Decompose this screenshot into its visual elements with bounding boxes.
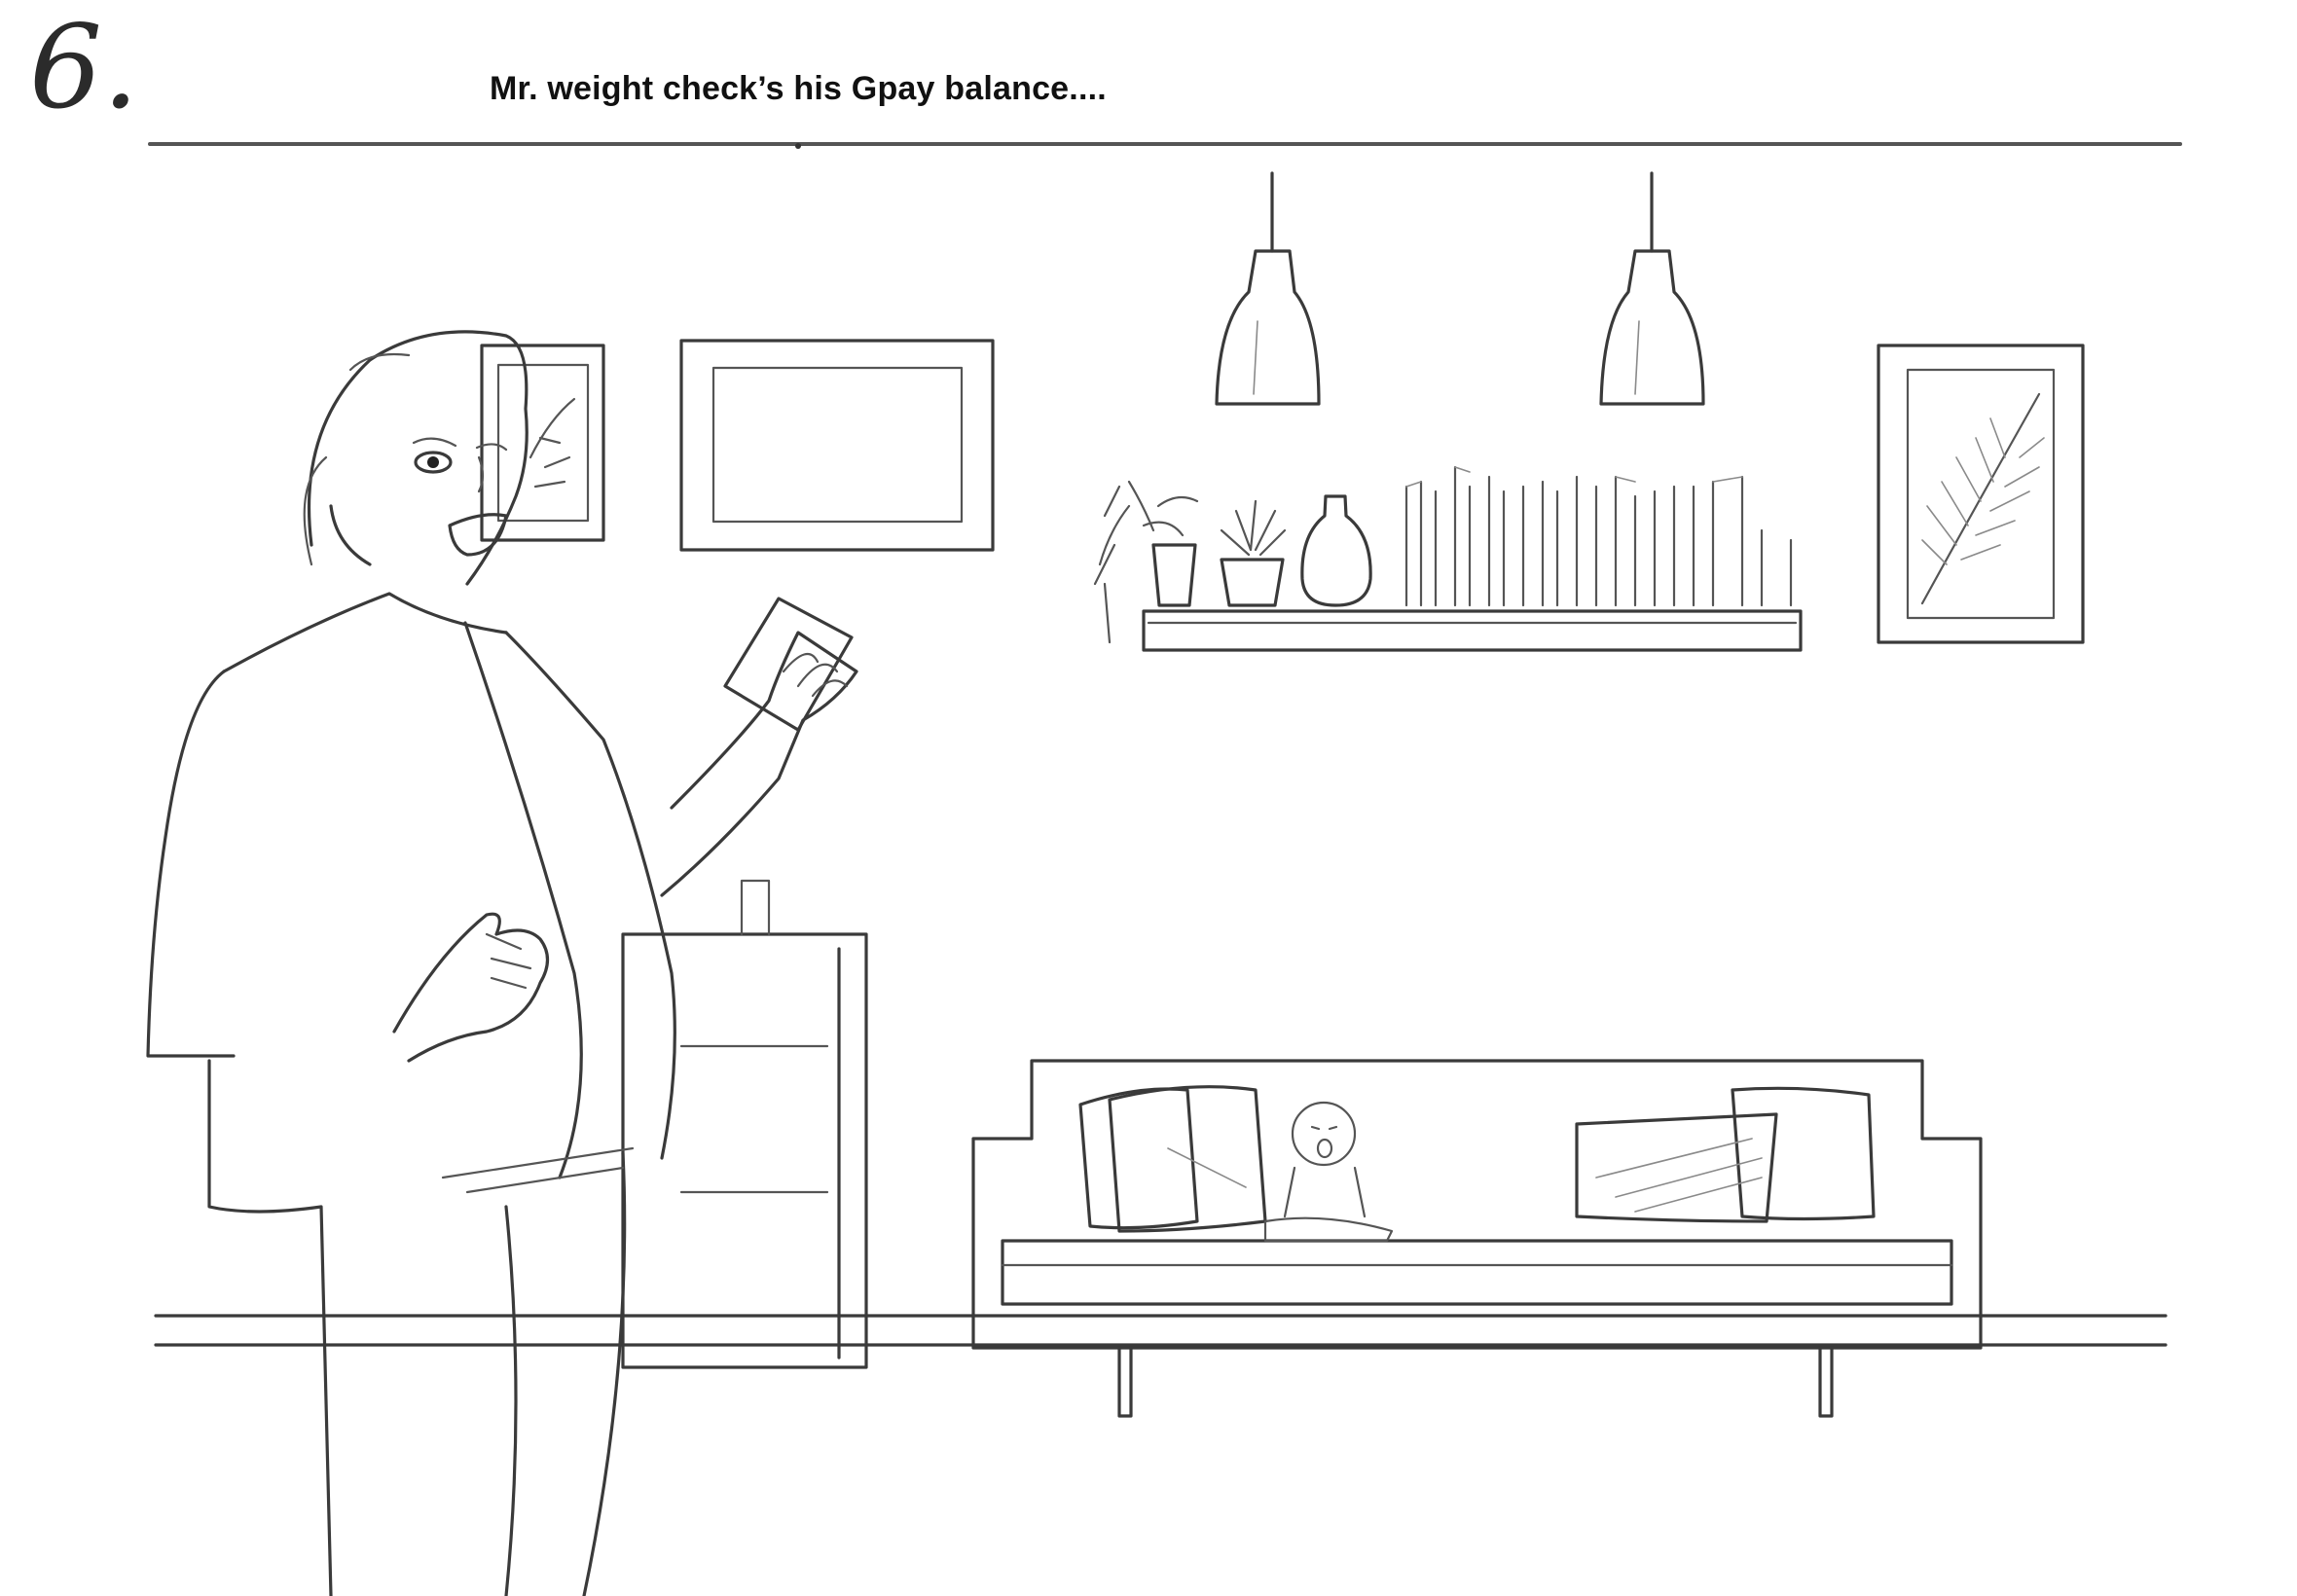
floor-baseboard <box>154 1314 2168 1347</box>
vase <box>1300 494 1372 607</box>
sofa-cushions <box>1078 1085 1876 1233</box>
storyboard-sketch <box>146 143 2168 1596</box>
rule-mark <box>795 143 801 149</box>
right-leaf-frame <box>1877 344 2085 644</box>
crying-child <box>1263 1101 1394 1243</box>
cabinet <box>621 879 868 1369</box>
sofa <box>971 1059 1983 1418</box>
potted-plant-middle <box>1220 499 1287 607</box>
phone <box>723 597 854 732</box>
potted-plant-left <box>1093 480 1199 644</box>
pendant-lamp-right <box>1599 171 1705 406</box>
center-empty-frame <box>679 339 995 552</box>
pendant-lamp-left <box>1215 171 1321 406</box>
books-row <box>1404 465 1793 607</box>
left-small-frame <box>480 344 605 542</box>
wall-shelf <box>1142 609 1803 652</box>
